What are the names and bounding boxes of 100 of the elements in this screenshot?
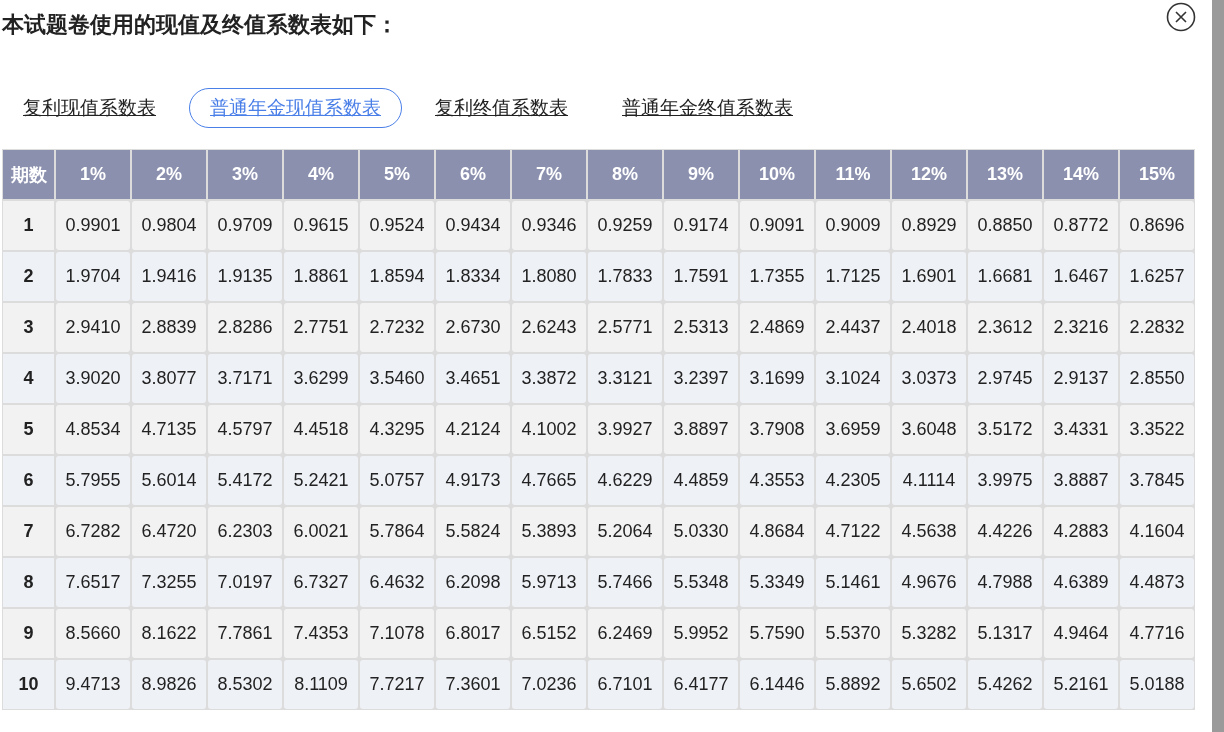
table-cell: 3.6299 [284, 354, 358, 403]
table-cell: 1.7355 [740, 252, 814, 301]
table-cell: 6.7101 [588, 660, 662, 709]
table-cell: 4.7716 [1120, 609, 1194, 658]
table-cell: 3.7845 [1120, 456, 1194, 505]
table-cell: 4.3553 [740, 456, 814, 505]
table-cell: 2.9410 [56, 303, 130, 352]
period-cell: 2 [3, 252, 54, 301]
table-cell: 4.7665 [512, 456, 586, 505]
table-tab[interactable]: 普通年金终值系数表 [601, 88, 814, 128]
table-cell: 1.6901 [892, 252, 966, 301]
table-cell: 8.1622 [132, 609, 206, 658]
table-cell: 5.5824 [436, 507, 510, 556]
table-cell: 6.1446 [740, 660, 814, 709]
table-cell: 5.2161 [1044, 660, 1118, 709]
table-cell: 6.4632 [360, 558, 434, 607]
table-cell: 5.0330 [664, 507, 738, 556]
table-cell: 5.7590 [740, 609, 814, 658]
table-cell: 4.6389 [1044, 558, 1118, 607]
table-cell: 4.9676 [892, 558, 966, 607]
table-cell: 3.4651 [436, 354, 510, 403]
period-cell: 3 [3, 303, 54, 352]
table-cell: 5.1461 [816, 558, 890, 607]
table-cell: 1.7833 [588, 252, 662, 301]
column-header: 12% [892, 150, 966, 199]
table-cell: 3.0373 [892, 354, 966, 403]
table-cell: 1.9135 [208, 252, 282, 301]
table-cell: 5.5370 [816, 609, 890, 658]
close-icon[interactable] [1166, 2, 1196, 32]
table-cell: 4.1002 [512, 405, 586, 454]
period-cell: 1 [3, 201, 54, 250]
table-cell: 6.7327 [284, 558, 358, 607]
table-cell: 1.8334 [436, 252, 510, 301]
table-cell: 2.5771 [588, 303, 662, 352]
table-tab[interactable]: 复利终值系数表 [414, 88, 589, 128]
table-cell: 6.4720 [132, 507, 206, 556]
table-cell: 6.8017 [436, 609, 510, 658]
table-cell: 2.9745 [968, 354, 1042, 403]
table-cell: 1.6467 [1044, 252, 1118, 301]
table-cell: 4.5638 [892, 507, 966, 556]
table-cell: 2.6730 [436, 303, 510, 352]
table-cell: 5.1317 [968, 609, 1042, 658]
period-cell: 4 [3, 354, 54, 403]
table-cell: 2.8286 [208, 303, 282, 352]
table-cell: 4.8534 [56, 405, 130, 454]
table-cell: 7.4353 [284, 609, 358, 658]
table-cell: 1.8080 [512, 252, 586, 301]
table-cell: 0.9434 [436, 201, 510, 250]
table-cell: 8.9826 [132, 660, 206, 709]
period-cell: 7 [3, 507, 54, 556]
column-header: 2% [132, 150, 206, 199]
table-cell: 4.6229 [588, 456, 662, 505]
table-cell: 4.2124 [436, 405, 510, 454]
table-cell: 3.7908 [740, 405, 814, 454]
table-cell: 3.9927 [588, 405, 662, 454]
table-cell: 5.6014 [132, 456, 206, 505]
column-header: 7% [512, 150, 586, 199]
table-cell: 4.1114 [892, 456, 966, 505]
table-cell: 7.7861 [208, 609, 282, 658]
table-cell: 6.4177 [664, 660, 738, 709]
table-tab[interactable]: 复利现值系数表 [22, 88, 177, 128]
column-header: 8% [588, 150, 662, 199]
table-cell: 2.8550 [1120, 354, 1194, 403]
table-cell: 6.2098 [436, 558, 510, 607]
table-cell: 3.2397 [664, 354, 738, 403]
column-header: 4% [284, 150, 358, 199]
table-cell: 7.3255 [132, 558, 206, 607]
table-cell: 2.9137 [1044, 354, 1118, 403]
table-cell: 7.1078 [360, 609, 434, 658]
table-cell: 5.0757 [360, 456, 434, 505]
table-cell: 0.9615 [284, 201, 358, 250]
table-cell: 0.9346 [512, 201, 586, 250]
table-cell: 1.6681 [968, 252, 1042, 301]
table-cell: 4.2305 [816, 456, 890, 505]
table-cell: 3.4331 [1044, 405, 1118, 454]
table-cell: 5.3893 [512, 507, 586, 556]
table-cell: 2.7232 [360, 303, 434, 352]
table-cell: 5.3349 [740, 558, 814, 607]
table-cell: 4.4226 [968, 507, 1042, 556]
table-cell: 4.4518 [284, 405, 358, 454]
column-header: 期数 [3, 150, 54, 199]
table-cell: 4.3295 [360, 405, 434, 454]
table-cell: 2.8839 [132, 303, 206, 352]
table-cell: 6.2469 [588, 609, 662, 658]
table-cell: 2.2832 [1120, 303, 1194, 352]
table-cell: 6.2303 [208, 507, 282, 556]
table-cell: 6.0021 [284, 507, 358, 556]
table-cell: 0.8850 [968, 201, 1042, 250]
table-cell: 0.9009 [816, 201, 890, 250]
table-cell: 5.7466 [588, 558, 662, 607]
table-cell: 7.7217 [360, 660, 434, 709]
table-cell: 0.9259 [588, 201, 662, 250]
table-cell: 5.3282 [892, 609, 966, 658]
table-cell: 6.7282 [56, 507, 130, 556]
column-header: 13% [968, 150, 1042, 199]
table-cell: 2.3216 [1044, 303, 1118, 352]
table-cell: 5.7864 [360, 507, 434, 556]
table-cell: 4.2883 [1044, 507, 1118, 556]
period-cell: 9 [3, 609, 54, 658]
table-cell: 0.9804 [132, 201, 206, 250]
